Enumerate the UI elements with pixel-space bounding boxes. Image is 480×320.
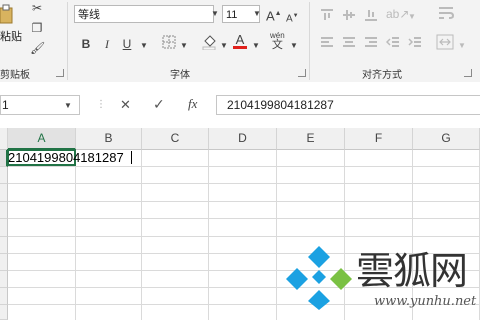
- row-header[interactable]: [0, 254, 8, 271]
- align-left-icon[interactable]: [320, 36, 334, 50]
- clipboard-dialog-launcher-icon[interactable]: [56, 69, 64, 77]
- grid-line: [8, 201, 480, 202]
- row-header[interactable]: [0, 202, 8, 219]
- row-header[interactable]: [0, 305, 8, 320]
- chevron-down-icon[interactable]: ▼: [220, 38, 228, 54]
- align-center-icon[interactable]: [342, 36, 356, 50]
- align-bottom-icon[interactable]: [364, 8, 378, 22]
- font-dialog-launcher-icon[interactable]: [298, 69, 306, 77]
- orientation-icon[interactable]: ab↗: [386, 6, 409, 22]
- align-top-icon[interactable]: [320, 8, 334, 22]
- column-header-e[interactable]: E: [277, 128, 345, 150]
- chevron-down-icon[interactable]: ▼: [140, 38, 148, 54]
- clipboard-group-label: 剪贴板: [0, 70, 30, 81]
- alignment-dialog-launcher-icon[interactable]: [464, 69, 472, 77]
- grid-line: [8, 218, 480, 219]
- row-header[interactable]: [0, 167, 8, 184]
- paste-button-label[interactable]: 粘贴: [0, 28, 22, 44]
- row-header[interactable]: [0, 237, 8, 254]
- grid-line: [75, 150, 76, 320]
- text-cursor: [131, 151, 132, 164]
- formula-input[interactable]: 2104199804181287: [216, 95, 480, 115]
- chevron-down-icon[interactable]: ▼: [208, 5, 222, 23]
- format-painter-icon[interactable]: 🖌: [30, 40, 45, 56]
- chevron-down-icon[interactable]: ▼: [250, 5, 264, 23]
- font-group-label: 字体: [170, 70, 190, 81]
- grid-line: [276, 150, 277, 320]
- chevron-down-icon[interactable]: ▼: [252, 38, 260, 54]
- row-header[interactable]: [0, 288, 8, 305]
- decrease-indent-icon[interactable]: [386, 36, 400, 50]
- divider: [67, 2, 68, 80]
- formula-bar-grip-icon[interactable]: ⋮: [96, 99, 106, 110]
- font-name-select[interactable]: 等线: [74, 5, 214, 23]
- cell-a1-value[interactable]: 2104199804181287: [8, 150, 124, 165]
- column-header-f[interactable]: F: [345, 128, 413, 150]
- divider: [309, 2, 310, 80]
- grid-line: [8, 183, 480, 184]
- underline-button[interactable]: U: [121, 36, 133, 52]
- yunhu-logo-icon: [286, 246, 352, 310]
- insert-function-button[interactable]: fx: [188, 96, 197, 112]
- align-right-icon[interactable]: [364, 36, 378, 50]
- alignment-group-label: 对齐方式: [362, 70, 402, 81]
- wrap-text-icon[interactable]: [438, 6, 454, 20]
- column-header-c[interactable]: C: [142, 128, 209, 150]
- watermark-brand: 雲狐网: [356, 249, 468, 293]
- decrease-font-size-icon[interactable]: A▼: [286, 8, 299, 27]
- row-header[interactable]: [0, 219, 8, 237]
- column-header-d[interactable]: D: [209, 128, 277, 150]
- chevron-down-icon[interactable]: ▼: [290, 38, 298, 54]
- grid-line: [141, 150, 142, 320]
- font-color-icon[interactable]: A: [233, 33, 247, 49]
- grid-line: [8, 236, 480, 237]
- increase-font-size-icon[interactable]: A▲: [266, 6, 282, 24]
- row-header[interactable]: [0, 271, 8, 288]
- column-header-b[interactable]: B: [76, 128, 142, 150]
- cancel-icon[interactable]: ✕: [120, 97, 131, 113]
- watermark-url: www.yunhu.net: [374, 294, 477, 309]
- chevron-down-icon[interactable]: ▼: [180, 38, 188, 54]
- bold-button[interactable]: B: [80, 36, 92, 52]
- enter-icon[interactable]: ✓: [153, 96, 165, 112]
- copy-icon[interactable]: ❐: [30, 20, 44, 36]
- chevron-down-icon[interactable]: ▼: [458, 38, 466, 54]
- grid-line: [8, 166, 480, 167]
- cut-icon[interactable]: ✂: [30, 0, 44, 16]
- column-header-a[interactable]: A: [8, 128, 76, 150]
- grid-line: [208, 150, 209, 320]
- ribbon: 粘贴 ✂ ❐ 🖌 剪贴板 等线 ▼ 11 ▼ A▲ A▼ B I U ▼ ▼ ▼…: [0, 0, 480, 83]
- align-middle-icon[interactable]: [342, 8, 356, 22]
- chevron-down-icon[interactable]: ▼: [408, 9, 416, 25]
- phonetic-guide-icon[interactable]: wén 文: [270, 31, 285, 51]
- merge-center-icon[interactable]: [436, 34, 454, 50]
- paste-icon[interactable]: [0, 4, 14, 24]
- select-all-corner[interactable]: [0, 128, 8, 150]
- row-header[interactable]: [0, 184, 8, 202]
- chevron-down-icon[interactable]: ▼: [64, 98, 72, 114]
- increase-indent-icon[interactable]: [408, 36, 422, 50]
- borders-icon[interactable]: [162, 35, 176, 53]
- fill-color-icon[interactable]: [202, 34, 216, 54]
- column-header-g[interactable]: G: [413, 128, 480, 150]
- italic-button[interactable]: I: [101, 36, 113, 52]
